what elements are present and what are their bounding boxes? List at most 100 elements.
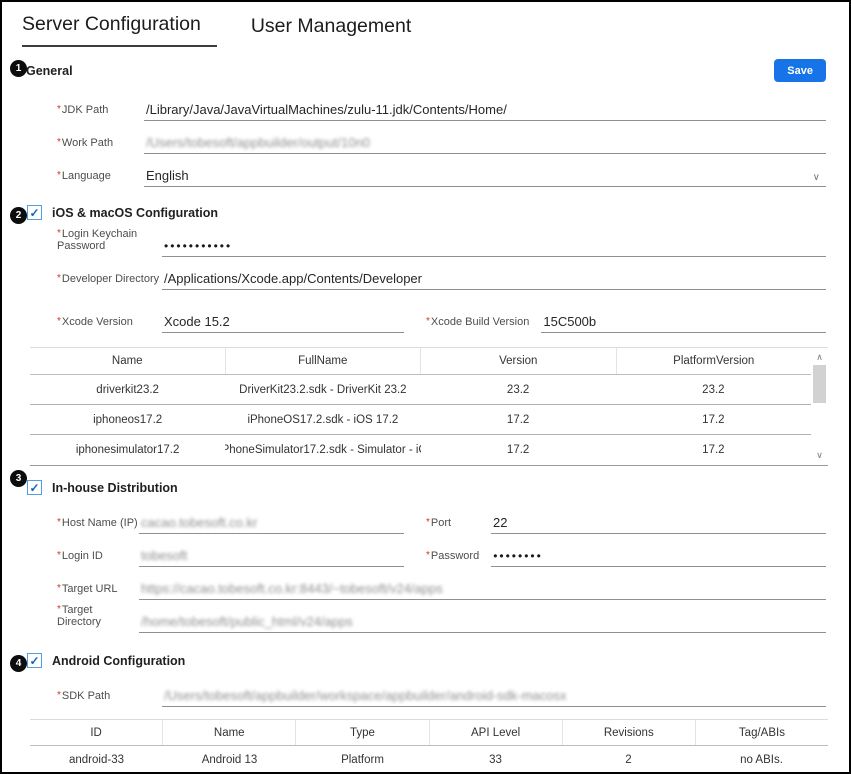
step-badge-2: 2 — [10, 207, 27, 224]
language-label: *Language — [57, 170, 144, 187]
work-path-label: *Work Path — [57, 137, 144, 154]
developer-directory-input[interactable]: /Applications/Xcode.app/Contents/Develop… — [162, 271, 826, 290]
cell-fullname: DriverKit23.2.sdk - DriverKit 23.2 — [225, 375, 420, 404]
save-button[interactable]: Save — [774, 59, 826, 82]
ios-sdk-table: Name FullName Version PlatformVersion dr… — [30, 347, 828, 466]
chevron-down-icon: ∨ — [813, 172, 824, 183]
section-android: 4 ✓ Android Configuration *SDK Path /Use… — [2, 653, 849, 774]
scrollbar-thumb[interactable] — [813, 365, 826, 403]
inhouse-checkbox[interactable]: ✓ — [27, 480, 42, 495]
inhouse-section-title: In-house Distribution — [52, 481, 178, 495]
keychain-password-label: *Login Keychain Password — [57, 228, 162, 257]
checkmark-icon: ✓ — [29, 207, 39, 219]
cell-name: iphoneos17.2 — [30, 405, 225, 434]
required-asterisk: * — [426, 517, 430, 528]
checkmark-icon: ✓ — [29, 655, 39, 667]
required-asterisk: * — [426, 316, 430, 327]
cell-name: Android 13 — [163, 746, 296, 774]
ios-macos-checkbox[interactable]: ✓ — [27, 205, 42, 220]
required-asterisk: * — [57, 690, 61, 701]
target-directory-label: *Target Directory — [57, 604, 139, 633]
cell-name: iphonesimulator17.2 — [30, 435, 225, 465]
required-asterisk: * — [57, 517, 61, 528]
android-sdk-table-header: ID Name Type API Level Revisions Tag/ABI… — [30, 720, 828, 746]
work-path-input[interactable]: /Users/tobesoft/appbuilder/output/10n0 — [144, 135, 826, 154]
android-sdk-table: ID Name Type API Level Revisions Tag/ABI… — [30, 719, 828, 774]
xcode-build-version-input[interactable]: 15C500b — [541, 314, 826, 333]
target-url-input[interactable]: https://cacao.tobesoft.co.kr:8443/~tobes… — [139, 581, 826, 600]
required-asterisk: * — [57, 273, 61, 284]
step-badge-1: 1 — [10, 60, 27, 77]
table-row[interactable]: iphonesimulator17.2 iPhoneSimulator17.2.… — [30, 435, 811, 465]
column-header-version: Version — [421, 348, 617, 374]
table-row[interactable]: driverkit23.2 DriverKit23.2.sdk - Driver… — [30, 375, 811, 405]
login-id-input[interactable]: tobesoft — [139, 548, 404, 567]
target-url-label: *Target URL — [57, 583, 139, 600]
cell-revisions: 2 — [562, 746, 695, 774]
host-name-label: *Host Name (IP) — [57, 517, 139, 534]
general-section-title: General — [26, 64, 73, 78]
required-asterisk: * — [57, 170, 61, 181]
cell-version: 23.2 — [421, 375, 616, 404]
xcode-version-input[interactable]: Xcode 15.2 — [162, 314, 404, 333]
required-asterisk: * — [426, 550, 430, 561]
column-header-type: Type — [296, 720, 429, 745]
cell-platformversion: 17.2 — [616, 435, 811, 465]
language-select[interactable]: English∨ — [144, 168, 826, 187]
xcode-build-version-label: *Xcode Build Version — [426, 316, 541, 333]
tab-user-management[interactable]: User Management — [251, 15, 411, 47]
cell-name: driverkit23.2 — [30, 375, 225, 404]
required-asterisk: * — [57, 604, 61, 615]
host-name-input[interactable]: cacao.tobesoft.co.kr — [139, 515, 404, 534]
section-general: 1 General Save *JDK Path /Library/Java/J… — [2, 59, 849, 187]
required-asterisk: * — [57, 137, 61, 148]
cell-tag-abis: no ABIs. — [695, 746, 828, 774]
required-asterisk: * — [57, 583, 61, 594]
required-asterisk: * — [57, 316, 61, 327]
tab-bar: Server Configuration User Management — [2, 2, 849, 47]
password-input[interactable]: •••••••• — [491, 549, 826, 567]
checkmark-icon: ✓ — [29, 482, 39, 494]
step-badge-3: 3 — [10, 470, 27, 487]
cell-fullname: iPhoneOS17.2.sdk - iOS 17.2 — [225, 405, 420, 434]
cell-fullname: iPhoneSimulator17.2.sdk - Simulator - iC — [225, 435, 420, 465]
ios-sdk-table-header: Name FullName Version PlatformVersion — [30, 348, 811, 375]
port-input[interactable]: 22 — [491, 515, 826, 534]
target-directory-input[interactable]: /home/tobesoft/public_html/v24/apps — [139, 614, 826, 633]
jdk-path-label: *JDK Path — [57, 104, 144, 121]
cell-version: 17.2 — [421, 405, 616, 434]
server-configuration-window: Server Configuration User Management 1 G… — [0, 0, 851, 774]
column-header-name: Name — [163, 720, 296, 745]
column-header-revisions: Revisions — [563, 720, 696, 745]
scroll-up-icon[interactable]: ∧ — [816, 353, 823, 362]
column-header-name: Name — [30, 348, 226, 374]
xcode-version-label: *Xcode Version — [57, 316, 162, 333]
required-asterisk: * — [57, 228, 61, 239]
column-header-fullname: FullName — [226, 348, 422, 374]
password-label: *Password — [426, 550, 491, 567]
table-row[interactable]: iphoneos17.2 iPhoneOS17.2.sdk - iOS 17.2… — [30, 405, 811, 435]
column-header-id: ID — [30, 720, 163, 745]
table-row[interactable]: android-33 Android 13 Platform 33 2 no A… — [30, 746, 828, 774]
column-header-platformversion: PlatformVersion — [617, 348, 812, 374]
tab-server-configuration[interactable]: Server Configuration — [22, 13, 217, 47]
cell-platformversion: 17.2 — [616, 405, 811, 434]
required-asterisk: * — [57, 104, 61, 115]
step-badge-4: 4 — [10, 655, 27, 672]
ios-macos-section-title: iOS & macOS Configuration — [52, 206, 218, 220]
section-inhouse-distribution: 3 ✓ In-house Distribution *Host Name (IP… — [2, 480, 849, 633]
jdk-path-input[interactable]: /Library/Java/JavaVirtualMachines/zulu-1… — [144, 102, 826, 121]
scroll-down-icon[interactable]: ∨ — [816, 451, 823, 460]
cell-api-level: 33 — [429, 746, 562, 774]
keychain-password-input[interactable]: ••••••••••• — [162, 239, 826, 257]
sdk-path-input[interactable]: /Users/tobesoft/appbuilder/workspace/app… — [162, 688, 826, 707]
port-label: *Port — [426, 517, 491, 534]
column-header-tag-abis: Tag/ABIs — [696, 720, 828, 745]
cell-id: android-33 — [30, 746, 163, 774]
vertical-scrollbar[interactable]: ∧ ∨ — [811, 348, 828, 465]
sdk-path-label: *SDK Path — [57, 690, 162, 707]
cell-version: 17.2 — [421, 435, 616, 465]
cell-type: Platform — [296, 746, 429, 774]
developer-directory-label: *Developer Directory — [57, 273, 162, 290]
android-checkbox[interactable]: ✓ — [27, 653, 42, 668]
